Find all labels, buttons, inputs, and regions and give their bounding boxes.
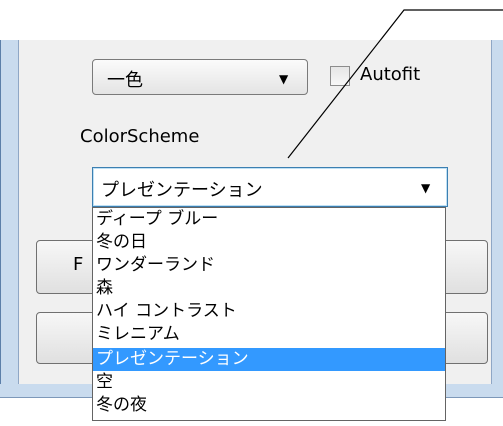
dropdown-item-winter-night[interactable]: 冬の夜 (93, 394, 445, 417)
color-scheme-combobox-value: プレゼンテーション (101, 180, 263, 201)
dropdown-item-deep-blue[interactable]: ディープ ブルー (93, 208, 445, 231)
color-scheme-dropdown-list: ディープ ブルー 冬の日 ワンダーランド 森 ハイ コントラスト ミレニアム プ… (92, 207, 446, 421)
color-scheme-combobox[interactable]: プレゼンテーション ▼ (92, 167, 448, 207)
autofit-label[interactable]: Autofit (360, 64, 420, 85)
window-frame-right (492, 40, 503, 398)
mode-combobox[interactable]: 一色 ▼ (92, 59, 308, 95)
dropdown-item-forest[interactable]: 森 (93, 277, 445, 300)
hidden-button-1-label: F (73, 254, 84, 275)
dropdown-item-high-contrast[interactable]: ハイ コントラスト (93, 300, 445, 323)
dropdown-item-millennium[interactable]: ミレニアム (93, 323, 445, 346)
dropdown-item-winter-day[interactable]: 冬の日 (93, 231, 445, 254)
dropdown-item-presentation[interactable]: プレゼンテーション (93, 348, 445, 371)
mode-combobox-value: 一色 (107, 70, 143, 91)
dropdown-item-sky[interactable]: 空 (93, 371, 445, 394)
autofit-checkbox[interactable] (330, 66, 350, 86)
dropdown-item-wonderland[interactable]: ワンダーランド (93, 254, 445, 277)
color-scheme-label: ColorScheme (80, 126, 200, 147)
chevron-down-icon[interactable]: ▼ (421, 181, 430, 195)
chevron-down-icon[interactable]: ▼ (279, 72, 288, 86)
window-frame-left (0, 40, 18, 398)
